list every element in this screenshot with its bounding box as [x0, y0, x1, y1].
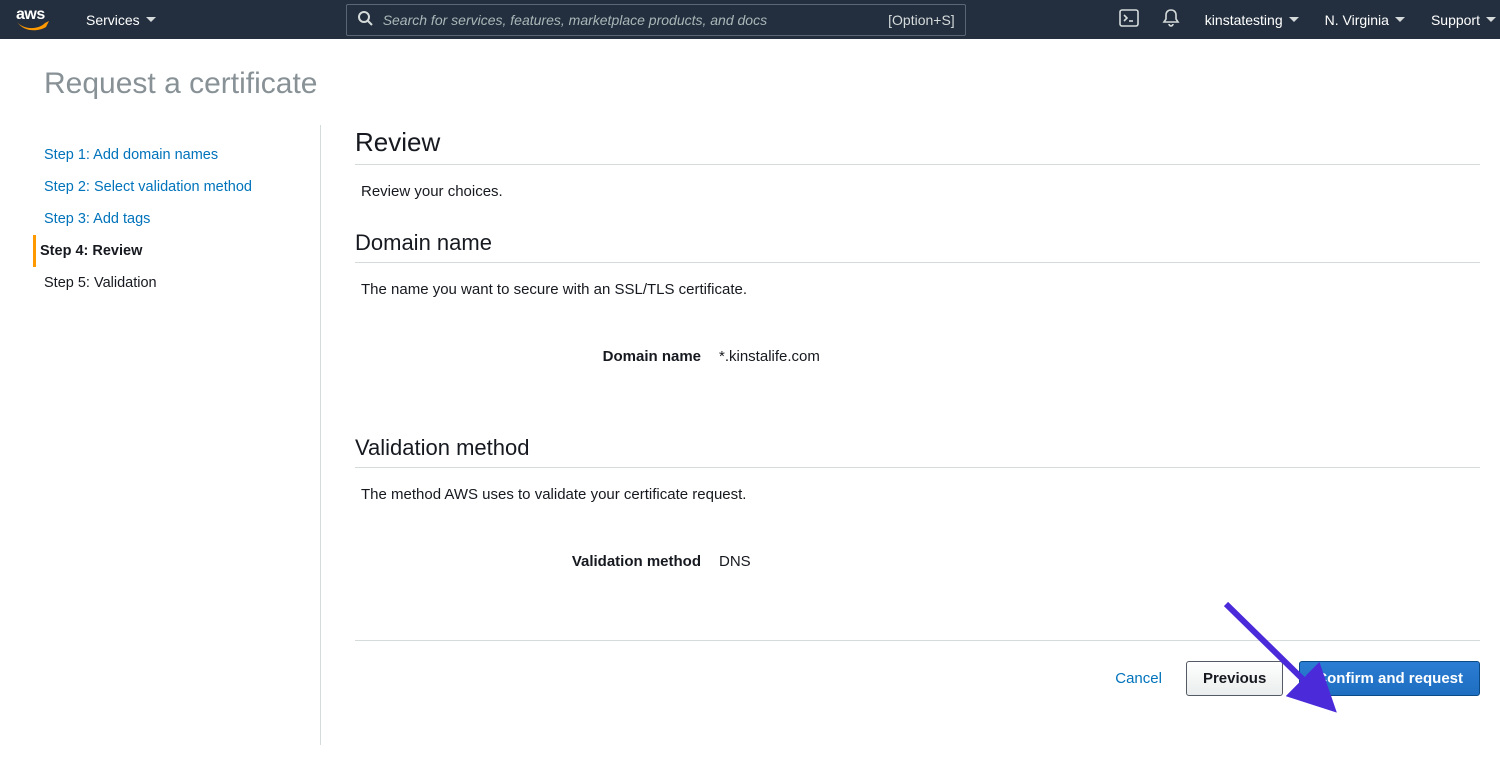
previous-button[interactable]: Previous	[1186, 661, 1283, 696]
cancel-button[interactable]: Cancel	[1107, 670, 1170, 687]
domain-name-row: Domain name *.kinstalife.com	[355, 348, 1480, 365]
validation-section-title: Validation method	[355, 435, 1480, 467]
caret-down-icon	[146, 17, 156, 22]
global-search[interactable]: [Option+S]	[346, 4, 966, 36]
caret-down-icon	[1395, 17, 1405, 22]
services-label: Services	[86, 12, 140, 28]
account-label: kinstatesting	[1205, 12, 1283, 28]
main-panel: Review Review your choices. Domain name …	[321, 125, 1500, 745]
domain-name-key: Domain name	[355, 348, 701, 365]
services-menu[interactable]: Services	[76, 0, 166, 39]
validation-section-desc: The method AWS uses to validate your cer…	[355, 486, 1480, 503]
support-label: Support	[1431, 12, 1480, 28]
domain-section-title: Domain name	[355, 230, 1480, 262]
review-desc: Review your choices.	[355, 183, 1480, 200]
step-5-future: Step 5: Validation	[40, 267, 320, 299]
aws-smile-icon	[16, 21, 50, 31]
step-4-current: Step 4: Review	[33, 235, 320, 267]
region-menu[interactable]: N. Virginia	[1315, 0, 1415, 39]
topnav: aws Services [Option+S]	[0, 0, 1500, 39]
confirm-and-request-button[interactable]: Confirm and request	[1299, 661, 1480, 696]
divider	[355, 467, 1480, 468]
search-icon	[357, 10, 373, 29]
caret-down-icon	[1486, 17, 1496, 22]
search-shortcut: [Option+S]	[888, 12, 955, 28]
aws-logo[interactable]: aws	[16, 7, 50, 33]
divider	[355, 262, 1480, 263]
topnav-right: kinstatesting N. Virginia Support	[1111, 0, 1500, 39]
step-1-link[interactable]: Step 1: Add domain names	[40, 139, 320, 171]
validation-method-row: Validation method DNS	[355, 553, 1480, 570]
content: Step 1: Add domain names Step 2: Select …	[0, 125, 1500, 745]
validation-method-key: Validation method	[355, 553, 701, 570]
page-title: Request a certificate	[0, 39, 1500, 101]
review-title: Review	[355, 127, 1480, 164]
region-label: N. Virginia	[1325, 12, 1389, 28]
caret-down-icon	[1289, 17, 1299, 22]
divider	[355, 164, 1480, 165]
domain-name-value: *.kinstalife.com	[719, 348, 820, 365]
cloudshell-button[interactable]	[1111, 2, 1147, 38]
account-menu[interactable]: kinstatesting	[1195, 0, 1309, 39]
step-3-link[interactable]: Step 3: Add tags	[40, 203, 320, 235]
wizard-steps: Step 1: Add domain names Step 2: Select …	[0, 125, 321, 745]
domain-section-desc: The name you want to secure with an SSL/…	[355, 281, 1480, 298]
search-input[interactable]	[383, 12, 878, 28]
support-menu[interactable]: Support	[1421, 0, 1500, 39]
step-2-link[interactable]: Step 2: Select validation method	[40, 171, 320, 203]
bell-icon	[1161, 8, 1181, 31]
validation-method-value: DNS	[719, 553, 751, 570]
terminal-icon	[1119, 9, 1139, 30]
footer-actions: Cancel Previous Confirm and request	[355, 641, 1480, 716]
notifications-button[interactable]	[1153, 2, 1189, 38]
